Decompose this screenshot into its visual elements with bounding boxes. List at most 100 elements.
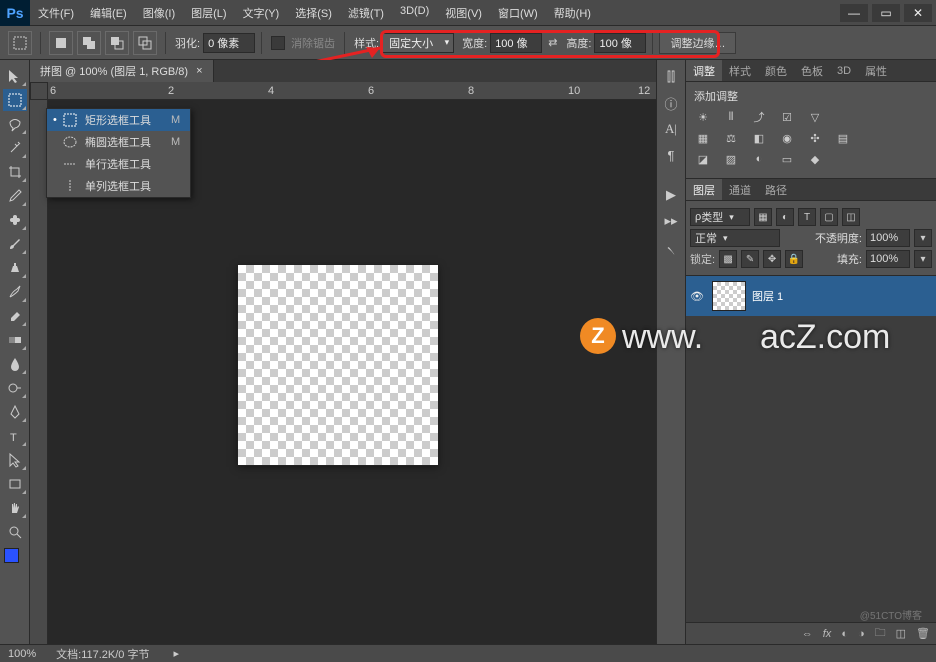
- tab-properties[interactable]: 属性: [858, 60, 894, 81]
- pen-tool[interactable]: [3, 401, 27, 423]
- type-tool[interactable]: T: [3, 425, 27, 447]
- lasso-tool[interactable]: [3, 113, 27, 135]
- healing-brush-tool[interactable]: [3, 209, 27, 231]
- lock-all-icon[interactable]: 🔒: [785, 250, 803, 268]
- adj-curves-icon[interactable]: ⤴: [750, 109, 768, 125]
- sel-intersect-icon[interactable]: [133, 31, 157, 55]
- adj-threshold-icon[interactable]: ◐: [750, 151, 768, 167]
- adj-levels-icon[interactable]: ⫴: [722, 109, 740, 125]
- adj-vibrance-icon[interactable]: ▽: [806, 109, 824, 125]
- adj-hue-icon[interactable]: ▦: [694, 130, 712, 146]
- doc-size[interactable]: 文档:117.2K/0 字节: [56, 646, 149, 662]
- tab-adjust[interactable]: 调整: [686, 60, 722, 81]
- new-layer-icon[interactable]: ◫: [896, 627, 906, 640]
- height-input[interactable]: [594, 33, 646, 53]
- menu-layer[interactable]: 图层(L): [183, 5, 234, 21]
- brush-tool[interactable]: [3, 233, 27, 255]
- new-group-icon[interactable]: 🗀: [875, 624, 886, 643]
- menu-view[interactable]: 视图(V): [437, 5, 490, 21]
- menu-file[interactable]: 文件(F): [30, 5, 82, 21]
- tab-styles[interactable]: 样式: [722, 60, 758, 81]
- adj-photo-icon[interactable]: ◉: [778, 130, 796, 146]
- histogram-icon[interactable]: ⫿⫿: [659, 66, 683, 88]
- menu-3d[interactable]: 3D(D): [392, 5, 437, 21]
- zoom-tool[interactable]: [3, 521, 27, 543]
- filter-smart-icon[interactable]: ◫: [842, 208, 860, 226]
- menu-edit[interactable]: 编辑(E): [82, 5, 135, 21]
- actions-icon[interactable]: ▸▸: [659, 210, 683, 232]
- lock-pos-icon[interactable]: ✥: [763, 250, 781, 268]
- close-tab-icon[interactable]: ×: [196, 65, 202, 77]
- feather-input[interactable]: [203, 33, 255, 53]
- rect-marquee-tool[interactable]: [3, 89, 27, 111]
- sel-subtract-icon[interactable]: [105, 31, 129, 55]
- width-input[interactable]: [490, 33, 542, 53]
- zoom-level[interactable]: 100%: [8, 648, 36, 660]
- opacity-dropdown-icon[interactable]: ▾: [914, 229, 932, 247]
- adj-selcolor-icon[interactable]: ◆: [806, 151, 824, 167]
- sel-new-icon[interactable]: [49, 31, 73, 55]
- adj-bw-icon[interactable]: ◧: [750, 130, 768, 146]
- opacity-input[interactable]: 100%: [866, 229, 910, 247]
- link-layers-icon[interactable]: ⇔: [802, 628, 813, 640]
- color-swatch[interactable]: [4, 548, 26, 570]
- layer-fx-icon[interactable]: fx: [823, 628, 832, 640]
- tab-channels[interactable]: 通道: [722, 179, 758, 200]
- tool-preset-icon[interactable]: [8, 31, 32, 55]
- menu-image[interactable]: 图像(I): [135, 5, 183, 21]
- rectangle-tool[interactable]: [3, 473, 27, 495]
- menu-filter[interactable]: 滤镜(T): [340, 5, 392, 21]
- flyout-ellipse-marquee[interactable]: 椭圆选框工具M: [47, 131, 190, 153]
- sel-add-icon[interactable]: [77, 31, 101, 55]
- tab-color[interactable]: 颜色: [758, 60, 794, 81]
- layer-mask-icon[interactable]: ◐: [841, 628, 848, 640]
- adj-lut-icon[interactable]: ▤: [834, 130, 852, 146]
- blur-tool[interactable]: [3, 353, 27, 375]
- filter-pixel-icon[interactable]: ▦: [754, 208, 772, 226]
- layer-visibility-icon[interactable]: 👁: [690, 290, 706, 303]
- adj-mixer-icon[interactable]: ✣: [806, 130, 824, 146]
- window-close-button[interactable]: ✕: [904, 4, 932, 22]
- swap-wh-icon[interactable]: ⇄: [548, 36, 557, 49]
- layer-thumbnail[interactable]: [712, 281, 746, 311]
- tab-paths[interactable]: 路径: [758, 179, 794, 200]
- delete-layer-icon[interactable]: 🗑: [916, 627, 930, 640]
- filter-adjust-icon[interactable]: ◐: [776, 208, 794, 226]
- tab-3d[interactable]: 3D: [830, 60, 858, 81]
- adj-invert-icon[interactable]: ◪: [694, 151, 712, 167]
- eraser-tool[interactable]: [3, 305, 27, 327]
- antialias-checkbox[interactable]: [271, 36, 285, 50]
- flyout-col-marquee[interactable]: 单列选框工具: [47, 175, 190, 197]
- lock-trans-icon[interactable]: ▩: [719, 250, 737, 268]
- paragraph-icon[interactable]: ¶: [659, 144, 683, 166]
- hand-tool[interactable]: [3, 497, 27, 519]
- menu-help[interactable]: 帮助(H): [546, 5, 599, 21]
- flyout-rect-marquee[interactable]: • 矩形选框工具M: [47, 109, 190, 131]
- layer-name-label[interactable]: 图层 1: [752, 288, 783, 304]
- menu-window[interactable]: 窗口(W): [490, 5, 546, 21]
- adj-poster-icon[interactable]: ▨: [722, 151, 740, 167]
- refine-edge-button[interactable]: 调整边缘…: [659, 32, 736, 54]
- eyedropper-tool[interactable]: [3, 185, 27, 207]
- filter-shape-icon[interactable]: ▢: [820, 208, 838, 226]
- ruler-horizontal[interactable]: 6 2 4 6 8 10 12: [48, 82, 656, 100]
- brushes-icon[interactable]: ৲: [659, 236, 683, 258]
- document-tab[interactable]: 拼图 @ 100% (图层 1, RGB/8)×: [30, 60, 214, 82]
- lock-paint-icon[interactable]: ✎: [741, 250, 759, 268]
- adj-gradmap-icon[interactable]: ▭: [778, 151, 796, 167]
- adj-brightness-icon[interactable]: ☀: [694, 109, 712, 125]
- layer-list[interactable]: 👁 图层 1: [686, 276, 936, 622]
- window-minimize-button[interactable]: —: [840, 4, 868, 22]
- flyout-row-marquee[interactable]: 单行选框工具: [47, 153, 190, 175]
- dodge-tool[interactable]: [3, 377, 27, 399]
- path-select-tool[interactable]: [3, 449, 27, 471]
- menu-select[interactable]: 选择(S): [287, 5, 340, 21]
- tab-swatches[interactable]: 色板: [794, 60, 830, 81]
- adj-balance-icon[interactable]: ⚖: [722, 130, 740, 146]
- menu-type[interactable]: 文字(Y): [235, 5, 288, 21]
- tab-layers[interactable]: 图层: [686, 179, 722, 200]
- window-maximize-button[interactable]: ▭: [872, 4, 900, 22]
- info-icon[interactable]: ⓘ: [659, 92, 683, 114]
- layer-row[interactable]: 👁 图层 1: [686, 276, 936, 316]
- crop-tool[interactable]: [3, 161, 27, 183]
